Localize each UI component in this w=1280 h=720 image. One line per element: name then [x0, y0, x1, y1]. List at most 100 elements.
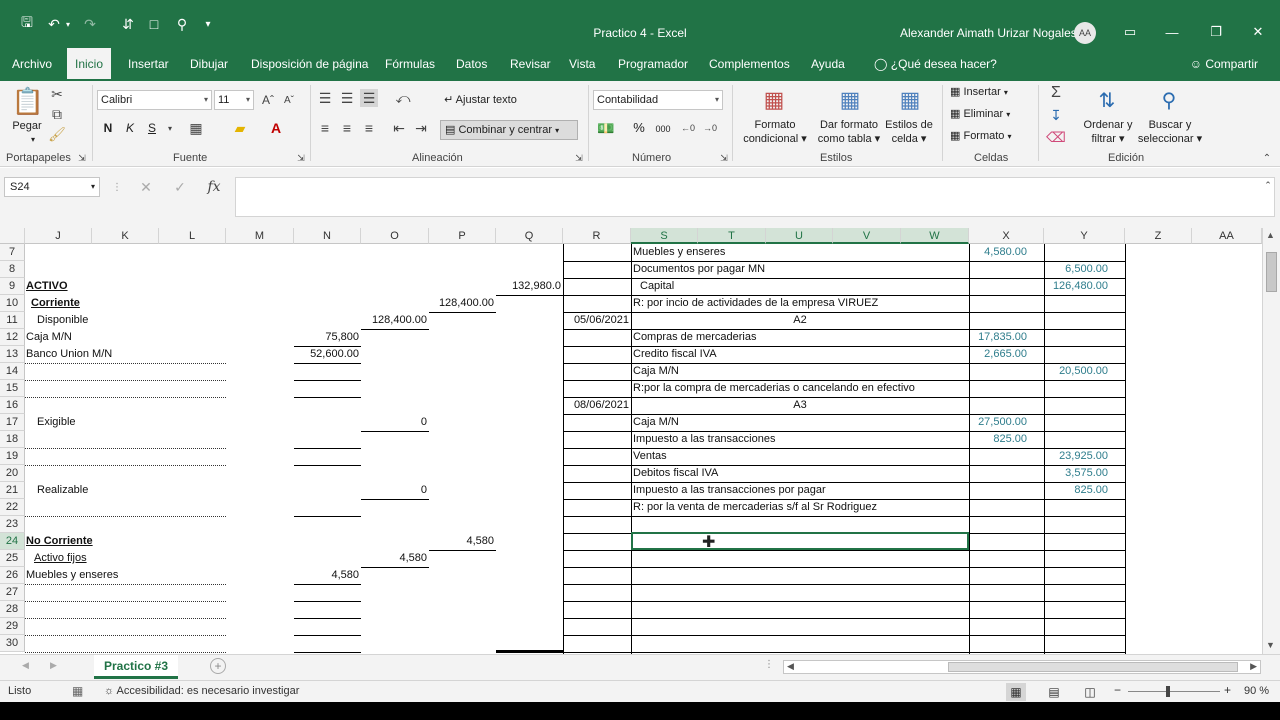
- zoom-out-icon[interactable]: −: [1114, 683, 1121, 697]
- format-painter-icon[interactable]: 🖌: [48, 125, 66, 143]
- journal-entry-number[interactable]: A2: [631, 312, 969, 329]
- row-header[interactable]: 13: [0, 346, 25, 363]
- number-launcher-icon[interactable]: ⇲: [718, 152, 730, 164]
- alignment-launcher-icon[interactable]: ⇲: [573, 152, 585, 164]
- journal-debit[interactable]: 2,665.00: [969, 346, 1029, 363]
- row-header[interactable]: 22: [0, 499, 25, 516]
- balance-label[interactable]: Disponible: [37, 312, 88, 329]
- row-header[interactable]: 15: [0, 380, 25, 397]
- decrease-indent-icon[interactable]: ⇤: [390, 119, 408, 137]
- zoom-slider[interactable]: [1128, 691, 1220, 692]
- bold-button[interactable]: N: [100, 121, 116, 135]
- row-header[interactable]: 20: [0, 465, 25, 482]
- collapse-ribbon-icon[interactable]: ⌃: [1260, 151, 1274, 165]
- col-header-m[interactable]: M: [226, 228, 294, 244]
- borders-icon[interactable]: ▦: [186, 120, 206, 136]
- tab-revisar[interactable]: Revisar: [502, 48, 559, 81]
- cell-styles-icon[interactable]: ▦: [896, 85, 924, 115]
- journal-desc[interactable]: R: por incio de actividades de la empres…: [633, 295, 878, 312]
- row-header[interactable]: 10: [0, 295, 25, 312]
- close-icon[interactable]: ✕: [1246, 22, 1270, 42]
- balance-label[interactable]: Caja M/N: [26, 329, 72, 346]
- balance-label[interactable]: No Corriente: [26, 533, 93, 550]
- balance-value[interactable]: 128,400.00: [429, 295, 496, 312]
- balance-value[interactable]: 4,580: [429, 533, 496, 550]
- orientation-icon[interactable]: ⤺: [392, 89, 414, 107]
- row-header[interactable]: 18: [0, 431, 25, 448]
- tab-insertar[interactable]: Insertar: [120, 48, 177, 81]
- expand-formula-icon[interactable]: ⌃: [1262, 178, 1274, 192]
- journal-credit[interactable]: 23,925.00: [1044, 448, 1110, 465]
- percent-button[interactable]: %: [632, 121, 646, 135]
- journal-entry-number[interactable]: A3: [631, 397, 969, 414]
- paste-icon[interactable]: 📋: [12, 85, 44, 117]
- col-header-x[interactable]: X: [969, 228, 1044, 244]
- row-header[interactable]: 8: [0, 261, 25, 278]
- merge-center-button[interactable]: ▤ Combinar y centrar ▾: [440, 120, 578, 140]
- journal-desc[interactable]: Compras de mercaderias: [633, 329, 757, 346]
- journal-desc[interactable]: Impuesto a las transacciones por pagar: [633, 482, 826, 499]
- row-header[interactable]: 7: [0, 244, 25, 261]
- balance-value[interactable]: 4,580: [361, 550, 429, 567]
- row-header[interactable]: 23: [0, 516, 25, 533]
- row-header[interactable]: 11: [0, 312, 25, 329]
- tab-dibujar[interactable]: Dibujar: [182, 48, 236, 81]
- clipboard-launcher-icon[interactable]: ⇲: [76, 152, 88, 164]
- align-left-icon[interactable]: ≡: [316, 119, 334, 137]
- balance-value[interactable]: 128,400.00: [361, 312, 429, 329]
- minimize-icon[interactable]: —: [1160, 22, 1184, 42]
- journal-debit[interactable]: 27,500.00: [969, 414, 1029, 431]
- tab-datos[interactable]: Datos: [448, 48, 495, 81]
- horizontal-scroll-thumb[interactable]: [948, 662, 1238, 672]
- journal-debit[interactable]: 4,580.00: [969, 244, 1029, 261]
- page-break-view-icon[interactable]: ◫: [1080, 683, 1100, 701]
- format-as-table-button[interactable]: Dar formato como tabla ▾: [814, 118, 884, 146]
- zoom-slider-thumb[interactable]: [1166, 686, 1170, 697]
- prev-sheet-icon[interactable]: ◀: [22, 660, 29, 671]
- fill-color-icon[interactable]: ▰: [230, 119, 250, 137]
- journal-desc[interactable]: Debitos fiscal IVA: [633, 465, 718, 482]
- tell-me-box[interactable]: ◯ ¿Qué desea hacer?: [866, 48, 1005, 81]
- wrap-text-button[interactable]: ↵ Ajustar texto: [444, 93, 534, 107]
- underline-dropdown-icon[interactable]: ▾: [164, 121, 176, 135]
- insert-function-icon[interactable]: fx: [203, 178, 225, 196]
- increase-font-icon[interactable]: Aˆ: [260, 90, 276, 110]
- spreadsheet-grid[interactable]: J K L M N O P Q R S T U V W X Y Z AA 7 8…: [0, 228, 1262, 654]
- fill-icon[interactable]: ↧: [1046, 105, 1066, 125]
- tab-split-handle-icon[interactable]: ⋮: [764, 659, 774, 670]
- copy-icon[interactable]: ⧉: [48, 105, 66, 123]
- accounting-format-icon[interactable]: 💵: [594, 119, 618, 137]
- conditional-format-button[interactable]: Formato condicional ▾: [738, 118, 812, 146]
- cut-icon[interactable]: ✂: [48, 85, 66, 103]
- zoom-level[interactable]: 90 %: [1244, 685, 1269, 697]
- scroll-up-icon[interactable]: ▲: [1266, 230, 1275, 240]
- journal-credit[interactable]: 825.00: [1044, 482, 1110, 499]
- journal-credit[interactable]: 126,480.00: [1044, 278, 1110, 295]
- select-all-corner[interactable]: [0, 228, 25, 244]
- accessibility-status[interactable]: ☼ Accesibilidad: es necesario investigar: [104, 685, 299, 697]
- row-header-selected[interactable]: 24: [0, 533, 25, 550]
- journal-desc[interactable]: Impuesto a las transacciones: [633, 431, 775, 448]
- col-header-y[interactable]: Y: [1044, 228, 1125, 244]
- journal-desc[interactable]: Caja M/N: [633, 414, 679, 431]
- col-header-r[interactable]: R: [563, 228, 631, 244]
- balance-label[interactable]: Banco Union M/N: [26, 346, 112, 363]
- zoom-in-icon[interactable]: +: [1224, 683, 1231, 697]
- journal-credit[interactable]: 3,575.00: [1044, 465, 1110, 482]
- sheet-tab-practico-3[interactable]: Practico #3: [94, 655, 178, 679]
- col-header-w[interactable]: W: [901, 228, 969, 244]
- vertical-scroll-thumb[interactable]: [1266, 252, 1277, 292]
- col-header-j[interactable]: J: [25, 228, 92, 244]
- col-header-s[interactable]: S: [631, 228, 698, 244]
- scroll-left-icon[interactable]: ◀: [787, 661, 794, 672]
- align-top-icon[interactable]: ☰: [316, 89, 334, 107]
- align-center-icon[interactable]: ≡: [338, 119, 356, 137]
- row-header[interactable]: 16: [0, 397, 25, 414]
- journal-desc[interactable]: Muebles y enseres: [633, 244, 725, 261]
- number-format-combo[interactable]: Contabilidad ▾: [593, 90, 723, 110]
- row-header[interactable]: 12: [0, 329, 25, 346]
- journal-credit[interactable]: 20,500.00: [1044, 363, 1110, 380]
- col-header-t[interactable]: T: [698, 228, 766, 244]
- journal-desc[interactable]: Documentos por pagar MN: [633, 261, 765, 278]
- row-header[interactable]: 14: [0, 363, 25, 380]
